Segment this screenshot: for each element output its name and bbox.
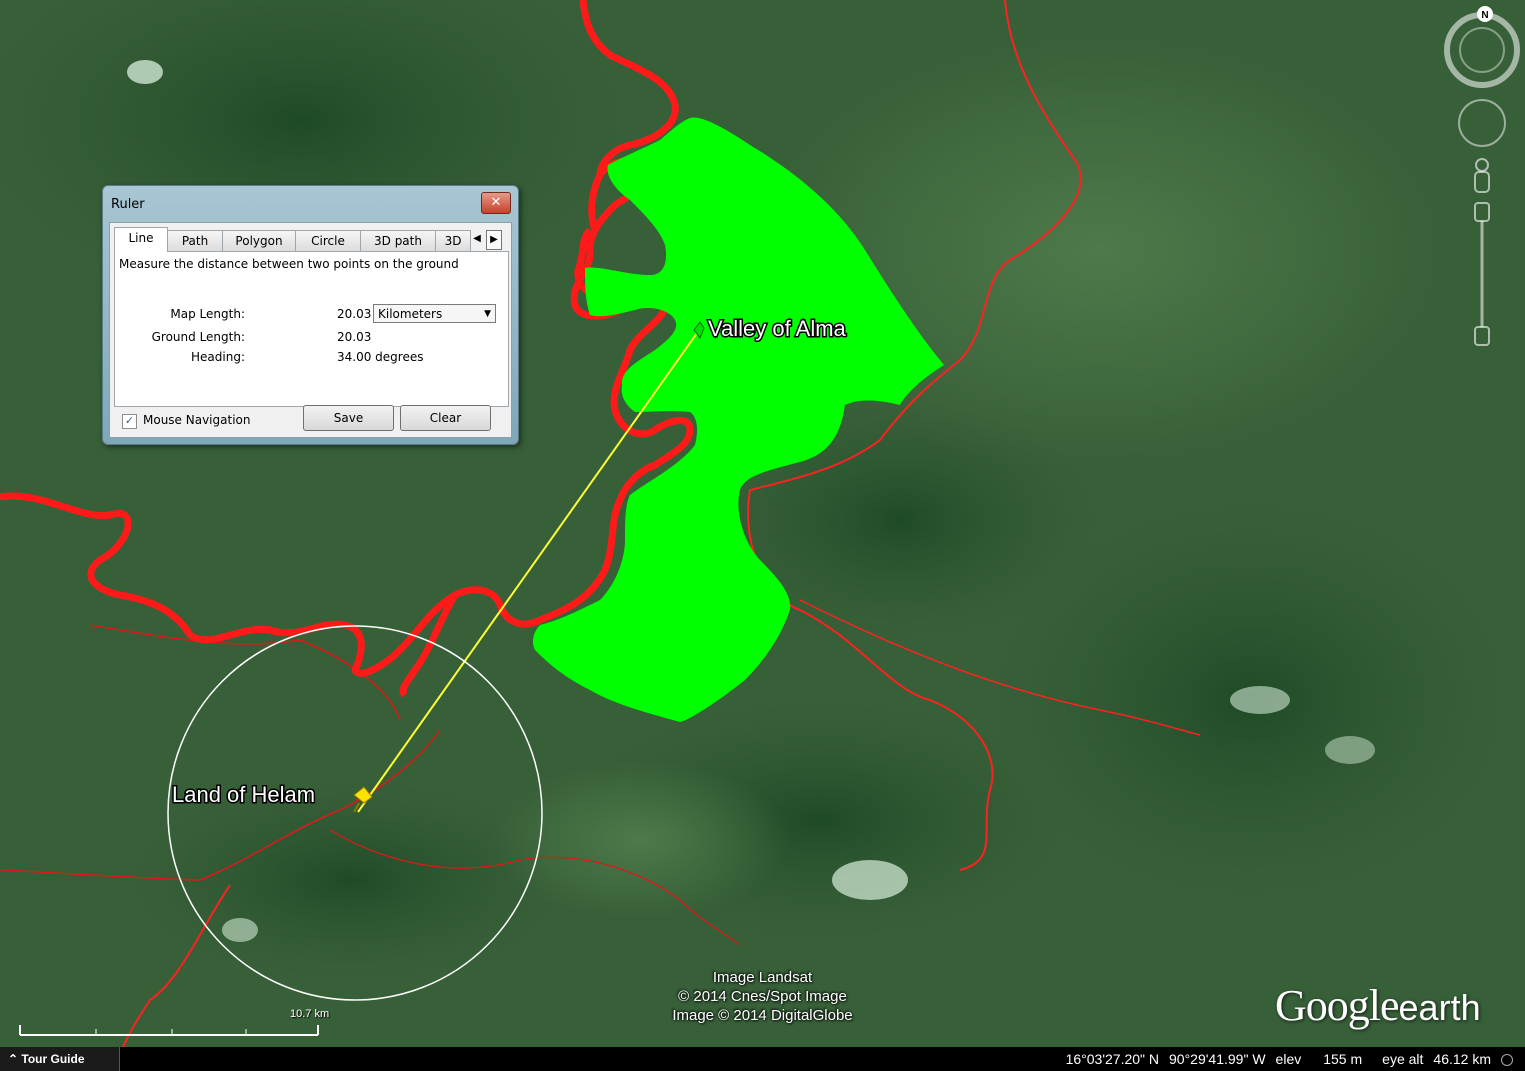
ground-length-value: 20.03 (337, 330, 372, 344)
look-joystick-icon[interactable] (1458, 99, 1506, 147)
elevation-label: elev (1275, 1051, 1302, 1067)
tour-guide-button[interactable]: ⌃ Tour Guide (0, 1047, 120, 1071)
placemark-label-valley-of-alma[interactable]: Valley of Alma (707, 315, 849, 343)
scale-label: 10.7 km (290, 1008, 330, 1020)
chevron-up-icon: ⌃ (8, 1052, 22, 1066)
streaming-indicator-icon (1501, 1054, 1513, 1067)
ruler-tabs: Line Path Polygon Circle 3D path 3D ◀ ▶ (114, 227, 509, 252)
tab-scroll-left-icon[interactable]: ◀ (470, 230, 484, 248)
heading-value: 34.00 degrees (337, 350, 424, 364)
satellite-map[interactable]: Valley of Alma Land of Helam (0, 0, 1525, 1071)
logo-earth-text: earth (1398, 987, 1481, 1028)
street-view-pegman-icon[interactable] (1474, 158, 1490, 193)
tab-3d-path[interactable]: 3D path (360, 230, 436, 251)
attribution-line: Image Landsat (712, 969, 813, 986)
longitude-value: 90°29'41.99" W (1169, 1051, 1266, 1067)
save-button[interactable]: Save (303, 405, 394, 431)
latitude-value: 16°03'27.20" N (1065, 1051, 1160, 1067)
eye-altitude-label: eye alt (1382, 1051, 1424, 1067)
tab-path[interactable]: Path (167, 230, 223, 251)
chevron-down-icon: ▼ (484, 309, 491, 319)
ruler-dialog-title: Ruler (111, 197, 145, 212)
coordinate-readout: 16°03'27.20" N 90°29'41.99" W elev 155 m eye… (1056, 1047, 1513, 1071)
ruler-description: Measure the distance between two points … (119, 257, 459, 271)
clear-button[interactable]: Clear (400, 405, 491, 431)
logo-google-text: Google (1275, 981, 1400, 1030)
tour-guide-label: Tour Guide (21, 1052, 85, 1066)
tab-circle[interactable]: Circle (295, 230, 361, 251)
attribution-line: Image © 2014 DigitalGlobe (672, 1007, 853, 1024)
tab-line[interactable]: Line (114, 227, 168, 252)
units-selected: Kilometers (378, 307, 443, 321)
units-dropdown[interactable]: Kilometers ▼ (373, 304, 496, 323)
scale-bar (19, 1025, 319, 1036)
mouse-navigation-label: Mouse Navigation (143, 413, 251, 427)
heading-label: Heading: (191, 350, 245, 364)
mouse-navigation-checkbox[interactable]: ✓ (122, 414, 137, 429)
close-button[interactable]: ✕ (481, 192, 511, 214)
status-bar: ⌃ Tour Guide 16°03'27.20" N 90°29'41.99" … (0, 1047, 1525, 1071)
ground-length-label: Ground Length: (151, 330, 245, 344)
placemark-label-land-of-helam[interactable]: Land of Helam (171, 781, 317, 809)
ruler-dialog[interactable]: Ruler ✕ Line Path Polygon Circle 3D path… (102, 185, 519, 445)
tab-3d-polygon[interactable]: 3D (435, 230, 471, 251)
map-length-value: 20.03 (337, 307, 372, 321)
compass-ring-icon[interactable]: N (1444, 6, 1520, 88)
line-tab-panel: Measure the distance between two points … (114, 251, 509, 407)
svg-text:N: N (1481, 10, 1488, 21)
elevation-value: 155 m (1323, 1051, 1363, 1067)
attribution-line: © 2014 Cnes/Spot Image (678, 988, 847, 1005)
tab-polygon[interactable]: Polygon (222, 230, 296, 251)
ruler-dialog-body: Line Path Polygon Circle 3D path 3D ◀ ▶ … (109, 222, 512, 438)
eye-altitude-value: 46.12 km (1433, 1051, 1491, 1067)
zoom-slider[interactable] (1474, 202, 1490, 346)
google-earth-logo: Googleearth (1275, 980, 1481, 1031)
navigation-controls[interactable]: N (1442, 5, 1522, 355)
imagery-attribution: Image Landsat © 2014 Cnes/Spot Image Ima… (600, 968, 925, 1025)
map-length-label: Map Length: (170, 307, 245, 321)
tab-scroll-right-icon[interactable]: ▶ (486, 230, 502, 250)
